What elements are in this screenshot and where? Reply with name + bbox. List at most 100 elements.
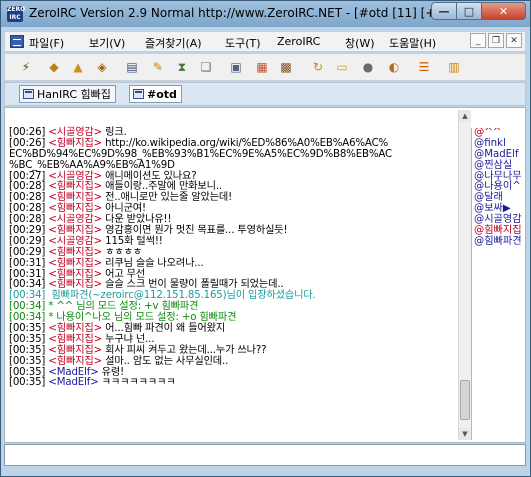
message-timestamp: [00:35] [9, 344, 49, 356]
dcc-icon[interactable]: ▦ [253, 58, 271, 76]
message-text: ㅎㅎㅎㅎ [102, 246, 143, 258]
toolbar: ⚡ ◆ ▲ ◈ ▤ ✎ ⧗ ❏ ▣ ▦ ▩ ↻ ▭ ● ◐ ☰ ▥ [4, 53, 526, 81]
window-tab-bar: HanIRC 힘빠집 #otd [4, 82, 526, 106]
list-icon[interactable]: ▤ [123, 58, 141, 76]
message-timestamp: [00:27] [9, 170, 49, 182]
message-nick[interactable]: <MadElf> [48, 377, 98, 389]
message-nick[interactable]: <힘빠지집> [48, 323, 102, 334]
child-window-icon[interactable] [10, 35, 24, 48]
minimize-button[interactable]: — [431, 2, 457, 20]
message-text: 어...힘빠 파견이 왜 들어왔지 [102, 323, 226, 335]
scroll-up-arrow-icon[interactable]: ▲ [459, 110, 471, 122]
edit-icon[interactable]: ✎ [149, 58, 167, 76]
message-nick[interactable]: <힘빠지집> [48, 247, 102, 258]
menu-file[interactable]: 파일(F) [29, 35, 64, 51]
document-icon[interactable]: ▣ [227, 58, 245, 76]
message-text: [00:34] * ^^ 님의 모드 설정: +v 힘빠파견 [9, 301, 199, 313]
notify-icon[interactable]: ▩ [277, 58, 295, 76]
mdi-restore-button[interactable]: ❐ [488, 33, 504, 48]
message-log[interactable]: [00:26] <시골영감> 링크. [00:26] <힘빠지집> http://… [9, 127, 461, 389]
irc-client-window: ZERO IRC ZeroIRC Version 2.9 Normal http… [0, 0, 531, 477]
font-icon[interactable]: ◐ [385, 58, 403, 76]
message-text: http://ko.wikipedia.org/wiki/%ED%86%A0%E… [102, 137, 389, 149]
message-timestamp: [00:35] [9, 333, 49, 345]
message-text: 115화 털썩!! [102, 235, 163, 247]
refresh-icon[interactable]: ↻ [309, 58, 327, 76]
server-icon[interactable]: ▲ [69, 58, 87, 76]
tile-vertical-icon[interactable]: ▥ [445, 58, 463, 76]
message-nick[interactable]: <힘빠지집> [48, 258, 102, 269]
menu-favorites[interactable]: 즐겨찾기(A) [145, 35, 202, 51]
message-timestamp: [00:35] [9, 355, 49, 367]
zeroirc-logo-icon: ZERO IRC [7, 6, 26, 22]
message-timestamp: [00:31] [9, 257, 49, 269]
message-nick[interactable]: <힘빠지집> [48, 181, 102, 193]
menu-help[interactable]: 도움말(H) [389, 35, 436, 51]
message-timestamp: [00:28] [9, 192, 49, 204]
timer-icon[interactable]: ⧗ [173, 58, 191, 76]
scroll-down-arrow-icon[interactable]: ▼ [459, 428, 471, 440]
message-nick[interactable]: <힘빠지집> [48, 203, 102, 214]
nick-list-item[interactable]: @힘빠파견 [472, 236, 526, 248]
chat-message: [00:35] <MadElf> ㅋㅋㅋㅋㅋㅋㅋㅋ [9, 378, 461, 389]
status-bar [1, 467, 530, 476]
message-text: 링크. [102, 127, 127, 138]
message-text: [00:34] * 나용이^나오 님의 모드 설정: +o 힘빠파견 [9, 312, 237, 324]
message-nick[interactable]: <힘빠지집> [48, 269, 102, 280]
message-timestamp: [00:26] [9, 127, 49, 138]
menu-zeroirc[interactable]: ZeroIRC [277, 35, 320, 48]
channel-icon[interactable]: ◆ [45, 58, 63, 76]
options-icon[interactable]: ◈ [93, 58, 111, 76]
message-text: 슬슬 스크 번이 물량이 폴릴때가 되었는데.. [102, 279, 284, 291]
message-timestamp: [00:35] [9, 377, 49, 389]
menu-tools[interactable]: 도구(T) [225, 35, 261, 51]
message-nick[interactable]: <시골영감> [48, 236, 102, 247]
menu-view[interactable]: 보기(V) [89, 35, 125, 51]
message-text: 아니군여! [102, 203, 146, 215]
message-nick[interactable]: <힘빠지집> [48, 279, 102, 291]
input-box[interactable] [4, 444, 526, 466]
message-nick[interactable]: <힘빠지집> [48, 138, 102, 149]
status-window-icon [23, 89, 34, 99]
message-nick[interactable]: <MadElf> [48, 367, 98, 378]
message-nick[interactable]: <힘빠지집> [48, 356, 102, 367]
message-nick[interactable]: <힘빠지집> [48, 225, 102, 236]
message-timestamp: [00:26] [9, 137, 49, 149]
tab-hanirc-status[interactable]: HanIRC 힘빠집 [19, 85, 116, 103]
folder-icon[interactable]: ▭ [333, 58, 351, 76]
tab-channel-otd[interactable]: #otd [129, 85, 182, 103]
message-text: 애니메이션도 있나요? [102, 170, 197, 182]
message-timestamp: [00:29] [9, 235, 49, 247]
message-text: 유령! [98, 366, 125, 378]
message-nick[interactable]: <힘빠지집> [48, 334, 102, 345]
mdi-minimize-button[interactable]: _ [470, 33, 486, 48]
message-nick[interactable]: <힘빠지집> [48, 192, 102, 203]
message-nick[interactable]: <시골영감> [48, 171, 102, 182]
tab-label: HanIRC 힘빠집 [37, 88, 111, 101]
message-timestamp: [00:29] [9, 225, 49, 237]
connect-icon[interactable]: ⚡ [17, 58, 35, 76]
maximize-button[interactable]: □ [457, 2, 482, 20]
scroll-thumb[interactable] [460, 380, 470, 420]
message-timestamp: [00:28] [9, 214, 49, 226]
title-bar[interactable]: ZERO IRC ZeroIRC Version 2.9 Normal http… [1, 1, 530, 27]
nick-list[interactable]: @^^ @finkl @MadElf @찐삼실 @나무나무 @나용이^ @달래 @보싸▶ @시골… [471, 128, 526, 440]
message-text: [00:34] 힘빠파견(~zeroirc@112.151.85.165)님이 … [9, 290, 316, 302]
palette-icon[interactable]: ● [359, 58, 377, 76]
window-controls: — □ ✕ [431, 2, 526, 20]
message-nick[interactable]: <시골영감> [48, 214, 102, 225]
copy-icon[interactable]: ❏ [197, 58, 215, 76]
message-input[interactable] [8, 447, 520, 463]
close-button[interactable]: ✕ [482, 2, 526, 20]
message-timestamp: [00:35] [9, 366, 49, 378]
chat-panel: [00:26] <시골영감> 링크. [00:26] <힘빠지집> http://… [4, 107, 526, 443]
mdi-close-button[interactable]: ✕ [506, 33, 522, 48]
message-nick[interactable]: <힘빠지집> [48, 345, 102, 356]
tile-horizontal-icon[interactable]: ☰ [415, 58, 433, 76]
menu-bar: 파일(F) 보기(V) 즐겨찾기(A) 도구(T) ZeroIRC 창(W) 도… [4, 31, 526, 52]
nick-list-item[interactable]: @찐삼실 [472, 160, 526, 172]
channel-window-icon [133, 89, 144, 99]
message-scrollbar[interactable]: ▲ ▼ [458, 110, 471, 440]
menu-window[interactable]: 창(W) [345, 35, 375, 51]
message-nick[interactable]: <시골영감> [48, 127, 102, 138]
